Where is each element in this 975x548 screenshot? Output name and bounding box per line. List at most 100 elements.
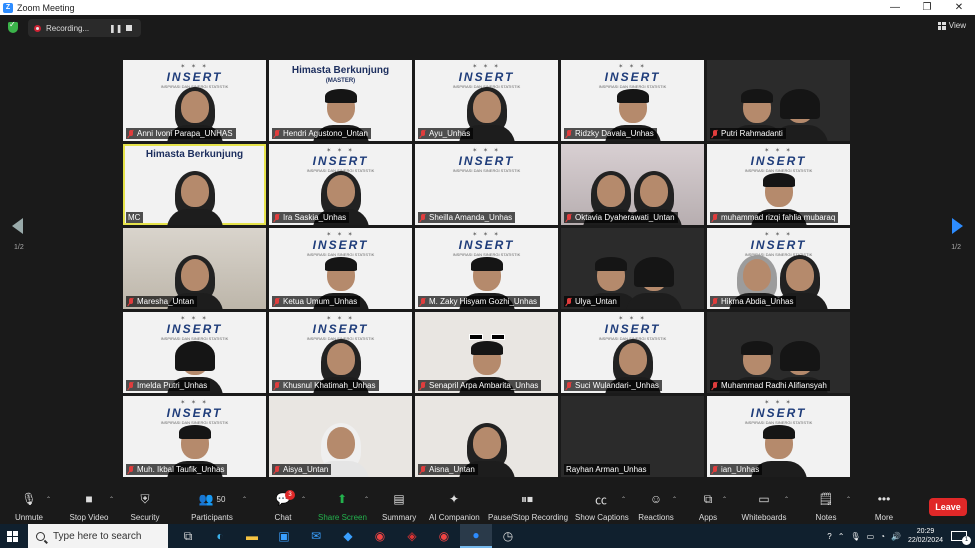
close-button[interactable]: ✕	[943, 0, 975, 15]
participant-tile[interactable]: Muhammad Radhi Alifiansyah	[707, 312, 850, 393]
participant-name-label: Aisya_Untan	[272, 464, 332, 475]
participant-tile[interactable]: ✶ ✶ ✶ INSERT INSPIRASI DAN SINERGI STATIST…	[123, 312, 266, 393]
windows-start-icon[interactable]	[0, 524, 24, 548]
notification-icon[interactable]: 1	[951, 531, 971, 545]
participants-button[interactable]: 👥 50 ⌃ Participants	[188, 491, 247, 522]
window-controls: — ❐ ✕	[879, 0, 975, 15]
more-button[interactable]: ••• More	[872, 491, 896, 522]
whiteboards-options-chevron-icon[interactable]: ⌃	[784, 496, 789, 503]
battery-icon[interactable]: ▭	[867, 532, 875, 541]
app-icon[interactable]: ◈	[396, 524, 428, 548]
participant-tile[interactable]: Ulya_Untan	[561, 228, 704, 309]
participant-tile[interactable]: Rayhan Arman_Unhas	[561, 396, 704, 477]
participant-tile[interactable]: Aisna_Untan	[415, 396, 558, 477]
participant-name-label: Imelda Putri_Unhas	[126, 380, 211, 391]
apps-button[interactable]: ⧉ ⌃ Apps	[696, 491, 727, 523]
help-icon[interactable]: ?	[827, 532, 831, 541]
participant-tile[interactable]: Senapril Arpa Ambarita_Unhas	[415, 312, 558, 393]
share-options-chevron-icon[interactable]: ⌃	[364, 496, 369, 503]
mail-icon[interactable]: ✉	[300, 524, 332, 548]
participant-tile[interactable]: ✶ ✶ ✶ INSERT INSPIRASI DAN SINERGI STATIST…	[415, 228, 558, 309]
whiteboards-button[interactable]: ▭ ⌃ Whiteboards	[740, 491, 790, 522]
previous-page-arrow-icon[interactable]	[12, 218, 23, 234]
insert-banner-subtitle: INSPIRASI DAN SINERGI STATISTIK	[744, 252, 813, 257]
summary-button[interactable]: ▤ Summary	[382, 491, 416, 522]
participant-tile[interactable]: Himasta Berkunjung MC	[123, 144, 266, 225]
chrome-profile-icon[interactable]: ◉	[428, 524, 460, 548]
stop-video-button[interactable]: ■ ⌃ Stop Video	[66, 491, 115, 522]
insert-banner: INSERT	[166, 406, 223, 420]
next-page-arrow-icon[interactable]	[952, 218, 963, 234]
insert-banner: INSERT	[458, 238, 515, 252]
reactions-options-chevron-icon[interactable]: ⌃	[672, 496, 677, 503]
participants-options-chevron-icon[interactable]: ⌃	[242, 496, 247, 503]
participant-tile[interactable]: ✶ ✶ ✶ INSERT INSPIRASI DAN SINERGI STATIST…	[269, 144, 412, 225]
participant-tile[interactable]: ✶ ✶ ✶ INSERT INSPIRASI DAN SINERGI STATIST…	[707, 228, 850, 309]
insert-banner-subtitle: INSPIRASI DAN SINERGI STATISTIK	[452, 168, 521, 173]
mic-off-icon: 🎙	[21, 492, 37, 506]
participant-name-label: M. Zaky Hisyam Gozhi_Unhas	[418, 296, 541, 307]
participant-tile[interactable]: Maresha_Untan	[123, 228, 266, 309]
muted-mic-icon	[566, 213, 572, 222]
store-icon[interactable]: ▣	[268, 524, 300, 548]
clock-app-icon[interactable]: ◷	[492, 524, 524, 548]
participant-tile[interactable]: ✶ ✶ ✶ INSERT INSPIRASI DAN SINERGI STATIST…	[415, 60, 558, 141]
participant-name: M. Zaky Hisyam Gozhi_Unhas	[429, 297, 538, 306]
leave-button[interactable]: Leave	[929, 498, 967, 516]
ai-companion-button[interactable]: ✦ AI Companion	[429, 491, 480, 522]
participant-tile[interactable]: Oktavia Dyaherawati_Untan	[561, 144, 704, 225]
security-button[interactable]: ⛨ Security	[128, 491, 162, 523]
unmute-button[interactable]: 🎙 ⌃ Unmute	[10, 491, 51, 522]
task-view-icon[interactable]: ⧉	[172, 524, 204, 548]
zoom-taskbar-icon[interactable]: ●	[460, 524, 492, 548]
ai-companion-label: AI Companion	[429, 513, 480, 522]
participant-tile[interactable]: ✶ ✶ ✶ INSERT INSPIRASI DAN SINERGI STATIST…	[123, 396, 266, 477]
file-explorer-icon[interactable]: ▬	[236, 524, 268, 548]
chat-options-chevron-icon[interactable]: ⌃	[301, 496, 306, 503]
network-icon[interactable]: ◔	[880, 532, 885, 541]
participant-tile[interactable]: ✶ ✶ ✶ INSERT INSPIRASI DAN SINERGI STATIST…	[561, 60, 704, 141]
participant-tile[interactable]: Aisya_Untan	[269, 396, 412, 477]
microphone-tray-icon[interactable]: 🎙	[850, 532, 860, 541]
participant-tile[interactable]: ✶ ✶ ✶ INSERT INSPIRASI DAN SINERGI STATIST…	[707, 144, 850, 225]
captions-options-chevron-icon[interactable]: ⌃	[621, 496, 626, 503]
pause-stop-recording-button[interactable]: ⏸⏹ Pause/Stop Recording	[488, 491, 568, 523]
pause-recording-button[interactable]: ❚❚	[109, 24, 122, 33]
chat-label: Chat	[274, 513, 292, 522]
share-screen-button[interactable]: ⬆ ⌃ Share Screen	[318, 491, 369, 522]
notes-options-chevron-icon[interactable]: ⌃	[846, 496, 851, 503]
video-options-chevron-icon[interactable]: ⌃	[109, 496, 114, 503]
chat-button[interactable]: 💬 3 ⌃ Chat	[269, 490, 306, 522]
chrome-icon[interactable]: ◉	[364, 524, 396, 548]
share-screen-icon: ⬆	[336, 492, 348, 506]
edge-browser-icon[interactable]: ◐	[204, 524, 236, 548]
participant-name-label: Suci Wulandari-_Unhas	[564, 380, 662, 391]
minimize-button[interactable]: —	[879, 0, 911, 15]
participant-tile[interactable]: Himasta Berkunjung (MASTER) Hendri Aguston…	[269, 60, 412, 141]
reactions-button[interactable]: ☺ ⌃ Reactions	[638, 491, 677, 522]
encryption-shield-icon[interactable]	[8, 20, 18, 33]
taskbar-clock[interactable]: 20:29 22/02/2024	[908, 527, 943, 545]
participant-tile[interactable]: Putri Rahmadanti	[707, 60, 850, 141]
apps-options-chevron-icon[interactable]: ⌃	[722, 496, 727, 503]
tray-chevron-icon[interactable]: ⌃	[838, 532, 845, 541]
participant-tile[interactable]: ✶ ✶ ✶ INSERT INSPIRASI DAN SINERGI STATIST…	[269, 228, 412, 309]
participant-tile[interactable]: ✶ ✶ ✶ INSERT INSPIRASI DAN SINERGI STATIST…	[415, 144, 558, 225]
audio-options-chevron-icon[interactable]: ⌃	[46, 496, 51, 503]
participant-tile[interactable]: ✶ ✶ ✶ INSERT INSPIRASI DAN SINERGI STATIST…	[561, 312, 704, 393]
taskbar-search-input[interactable]: Type here to search	[28, 524, 168, 548]
insert-banner: INSERT	[750, 154, 807, 168]
participant-tile[interactable]: ✶ ✶ ✶ INSERT INSPIRASI DAN SINERGI STATIST…	[123, 60, 266, 141]
participant-tile[interactable]: ✶ ✶ ✶ INSERT INSPIRASI DAN SINERGI STATIST…	[707, 396, 850, 477]
notes-button[interactable]: 🗒 ⌃ Notes	[814, 491, 851, 522]
maximize-button[interactable]: ❐	[911, 0, 943, 15]
view-button[interactable]: View	[937, 21, 966, 30]
himasta-banner-title: Himasta Berkunjung	[145, 149, 244, 160]
stop-recording-button[interactable]	[126, 25, 132, 31]
participant-name-label: Ayu_Unhas	[418, 128, 474, 139]
volume-icon[interactable]: 🔊	[891, 532, 901, 541]
vscode-icon[interactable]: ◆	[332, 524, 364, 548]
participant-tile[interactable]: ✶ ✶ ✶ INSERT INSPIRASI DAN SINERGI STATIST…	[269, 312, 412, 393]
participant-name: Rayhan Arman_Unhas	[566, 465, 647, 474]
show-captions-button[interactable]: ㏄ ⌃ Show Captions	[575, 491, 629, 523]
